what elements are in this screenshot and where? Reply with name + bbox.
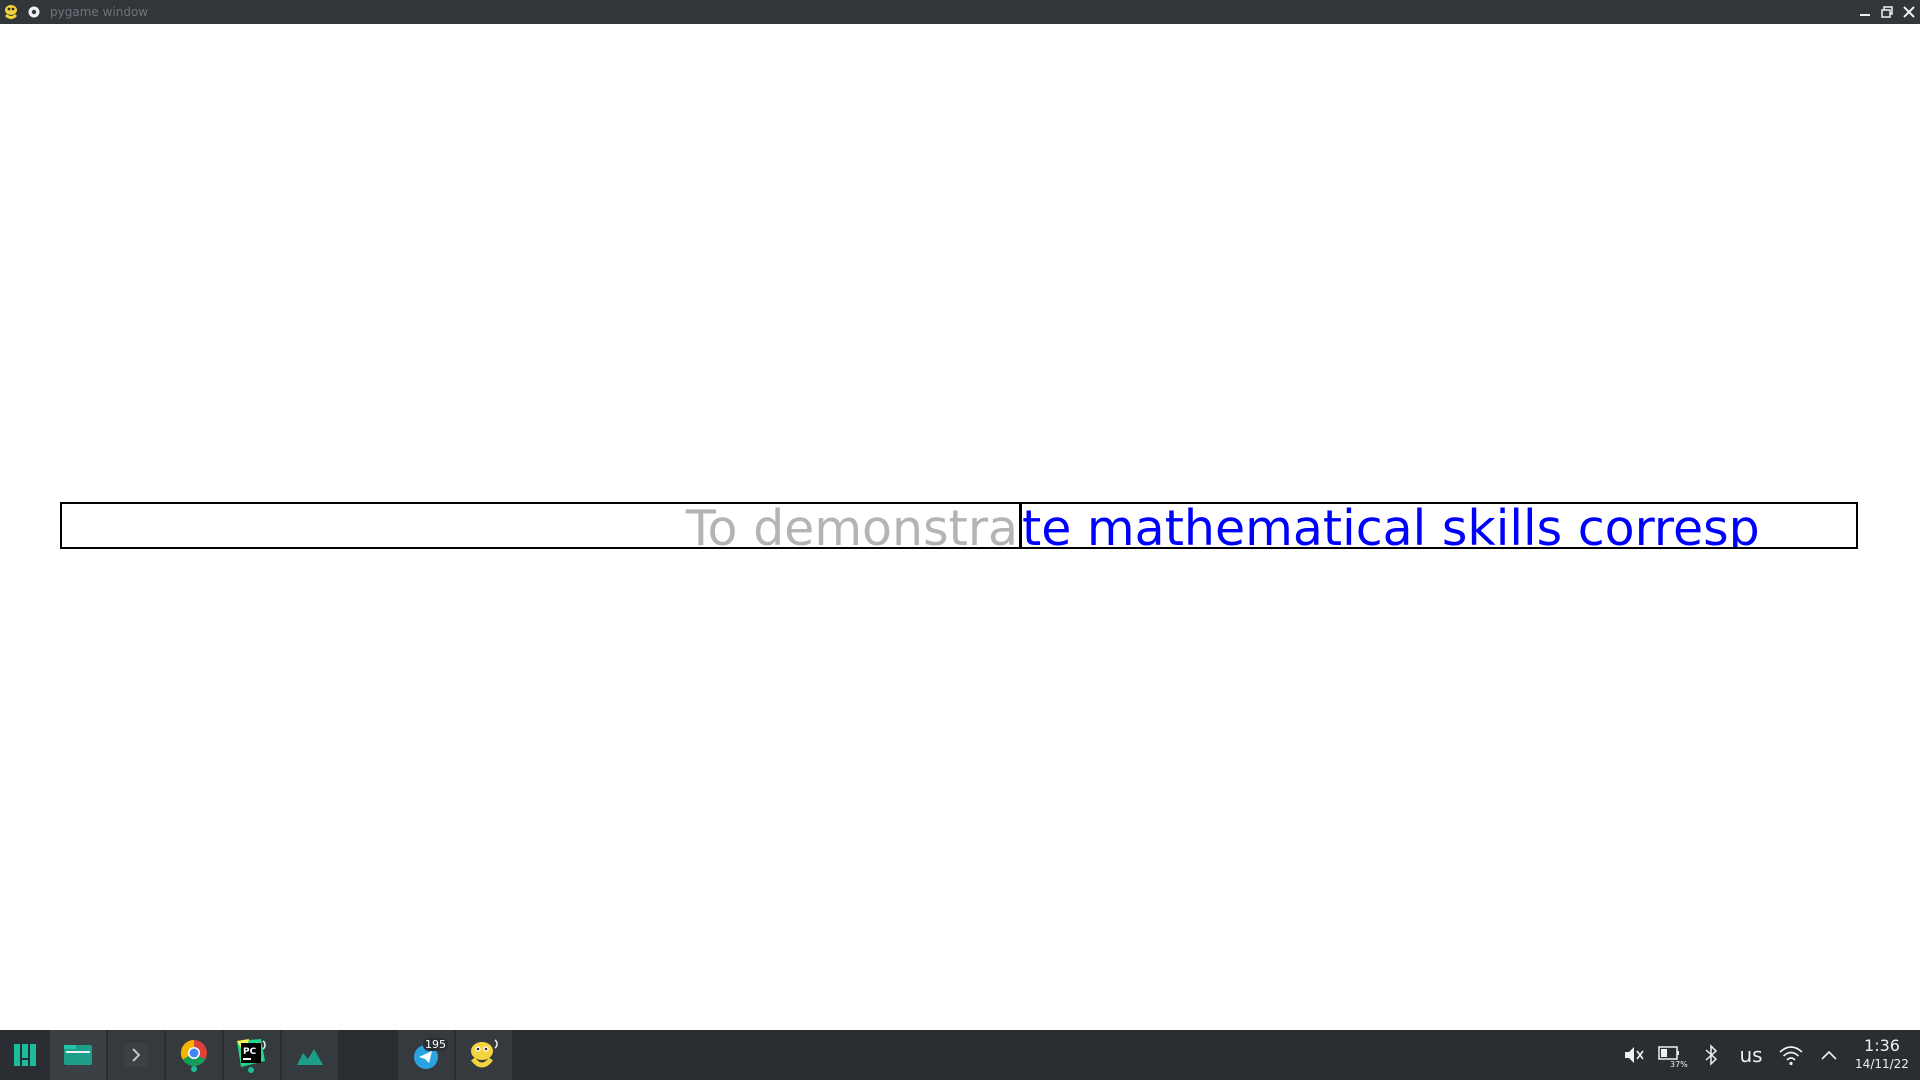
window-titlebar[interactable]: pygame window (0, 0, 1920, 24)
maximize-button[interactable] (1876, 0, 1898, 24)
wifi-icon[interactable] (1776, 1030, 1806, 1080)
typed-text: To demonstra (685, 502, 1018, 549)
battery-percent: 37% (1670, 1060, 1688, 1069)
system-monitor-icon[interactable] (282, 1030, 338, 1080)
svg-text:PC: PC (243, 1047, 257, 1057)
chevron-up-icon[interactable] (1816, 1030, 1842, 1080)
minimize-button[interactable] (1854, 0, 1876, 24)
taskbar: PC 195 37% us 1:36 14/11/22 (0, 1030, 1920, 1080)
application-launcher-icon[interactable] (0, 1030, 50, 1080)
unread-count-badge: 195 (423, 1038, 448, 1051)
telegram-icon[interactable]: 195 (398, 1030, 454, 1080)
keep-above-icon[interactable] (27, 5, 41, 19)
window-controls (1854, 0, 1920, 24)
keyboard-layout-indicator[interactable]: us (1736, 1030, 1766, 1080)
remaining-text: te mathematical skills corresp (1022, 502, 1760, 549)
pycharm-icon[interactable]: PC (224, 1030, 280, 1080)
terminal-icon[interactable] (108, 1030, 164, 1080)
chrome-icon[interactable] (166, 1030, 222, 1080)
file-manager-icon[interactable] (50, 1030, 106, 1080)
pygame-app-icon[interactable] (1, 2, 21, 22)
clock-time: 1:36 (1864, 1036, 1900, 1055)
battery-icon[interactable] (1656, 1030, 1686, 1080)
bluetooth-icon[interactable] (1698, 1030, 1724, 1080)
close-button[interactable] (1898, 0, 1920, 24)
clock[interactable]: 1:36 14/11/22 (1852, 1036, 1912, 1072)
window-title: pygame window (50, 5, 149, 19)
clock-date: 14/11/22 (1855, 1057, 1909, 1071)
typing-text-box[interactable]: To demonstra te mathematical skills corr… (60, 502, 1858, 549)
volume-muted-icon[interactable] (1618, 1030, 1648, 1080)
pygame-taskbar-icon[interactable] (456, 1030, 512, 1080)
